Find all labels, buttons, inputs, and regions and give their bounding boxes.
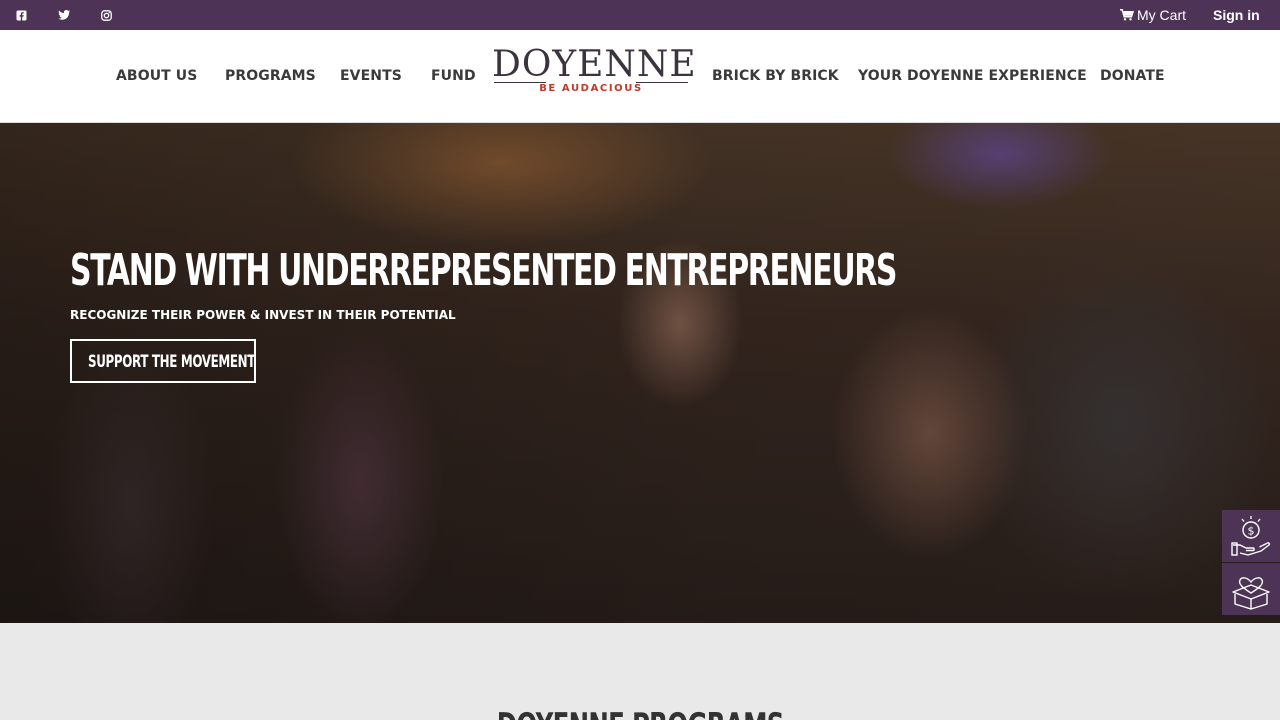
hero-subtitle: RECOGNIZE THEIR POWER & INVEST IN THEIR … bbox=[70, 308, 456, 322]
programs-title-text: DOYENNE PROGRAMS bbox=[497, 706, 785, 720]
nav-brick-by-brick[interactable]: BRICK BY BRICK bbox=[712, 68, 839, 84]
my-cart-label: My Cart bbox=[1137, 7, 1186, 23]
doyenne-logo[interactable]: DOYENNE BE AUDACIOUS bbox=[492, 44, 697, 96]
gift-widget-button[interactable] bbox=[1222, 563, 1280, 615]
instagram-icon[interactable] bbox=[99, 8, 113, 22]
support-the-movement-label: SUPPORT THE MOVEMENT bbox=[88, 352, 256, 372]
svg-text:$: $ bbox=[1248, 525, 1255, 538]
hero-title: STAND WITH UNDERREPRESENTED ENTREPRENEUR… bbox=[70, 245, 897, 296]
nav-fund[interactable]: FUND bbox=[431, 68, 476, 84]
facebook-icon[interactable] bbox=[14, 8, 28, 22]
sign-in-link[interactable]: Sign in bbox=[1213, 7, 1260, 23]
twitter-icon[interactable] bbox=[57, 8, 71, 22]
gift-box-heart-icon bbox=[1232, 577, 1270, 610]
donate-hand-coin-icon: $ bbox=[1231, 516, 1271, 556]
logo-rule-right bbox=[636, 82, 688, 83]
main-header: ABOUT US PROGRAMS EVENTS FUND DOYENNE BE… bbox=[0, 30, 1280, 123]
nav-events[interactable]: EVENTS bbox=[340, 68, 402, 84]
nav-programs[interactable]: PROGRAMS bbox=[225, 68, 316, 84]
nav-donate[interactable]: DONATE bbox=[1100, 68, 1165, 84]
cart-icon bbox=[1120, 9, 1134, 21]
programs-section-title: DOYENNE PROGRAMS bbox=[0, 706, 1280, 720]
hero-banner: STAND WITH UNDERREPRESENTED ENTREPRENEUR… bbox=[0, 123, 1280, 623]
logo-tagline: BE AUDACIOUS bbox=[539, 83, 643, 94]
nav-your-doyenne-experience[interactable]: YOUR DOYENNE EXPERIENCE bbox=[858, 68, 1087, 84]
logo-wordmark: DOYENNE bbox=[492, 44, 697, 85]
support-the-movement-button[interactable]: SUPPORT THE MOVEMENT bbox=[70, 339, 256, 383]
nav-about-us[interactable]: ABOUT US bbox=[116, 68, 197, 84]
my-cart-link[interactable]: My Cart bbox=[1120, 7, 1186, 23]
donate-widget-button[interactable]: $ bbox=[1222, 510, 1280, 562]
top-bar: My Cart Sign in bbox=[0, 0, 1280, 30]
